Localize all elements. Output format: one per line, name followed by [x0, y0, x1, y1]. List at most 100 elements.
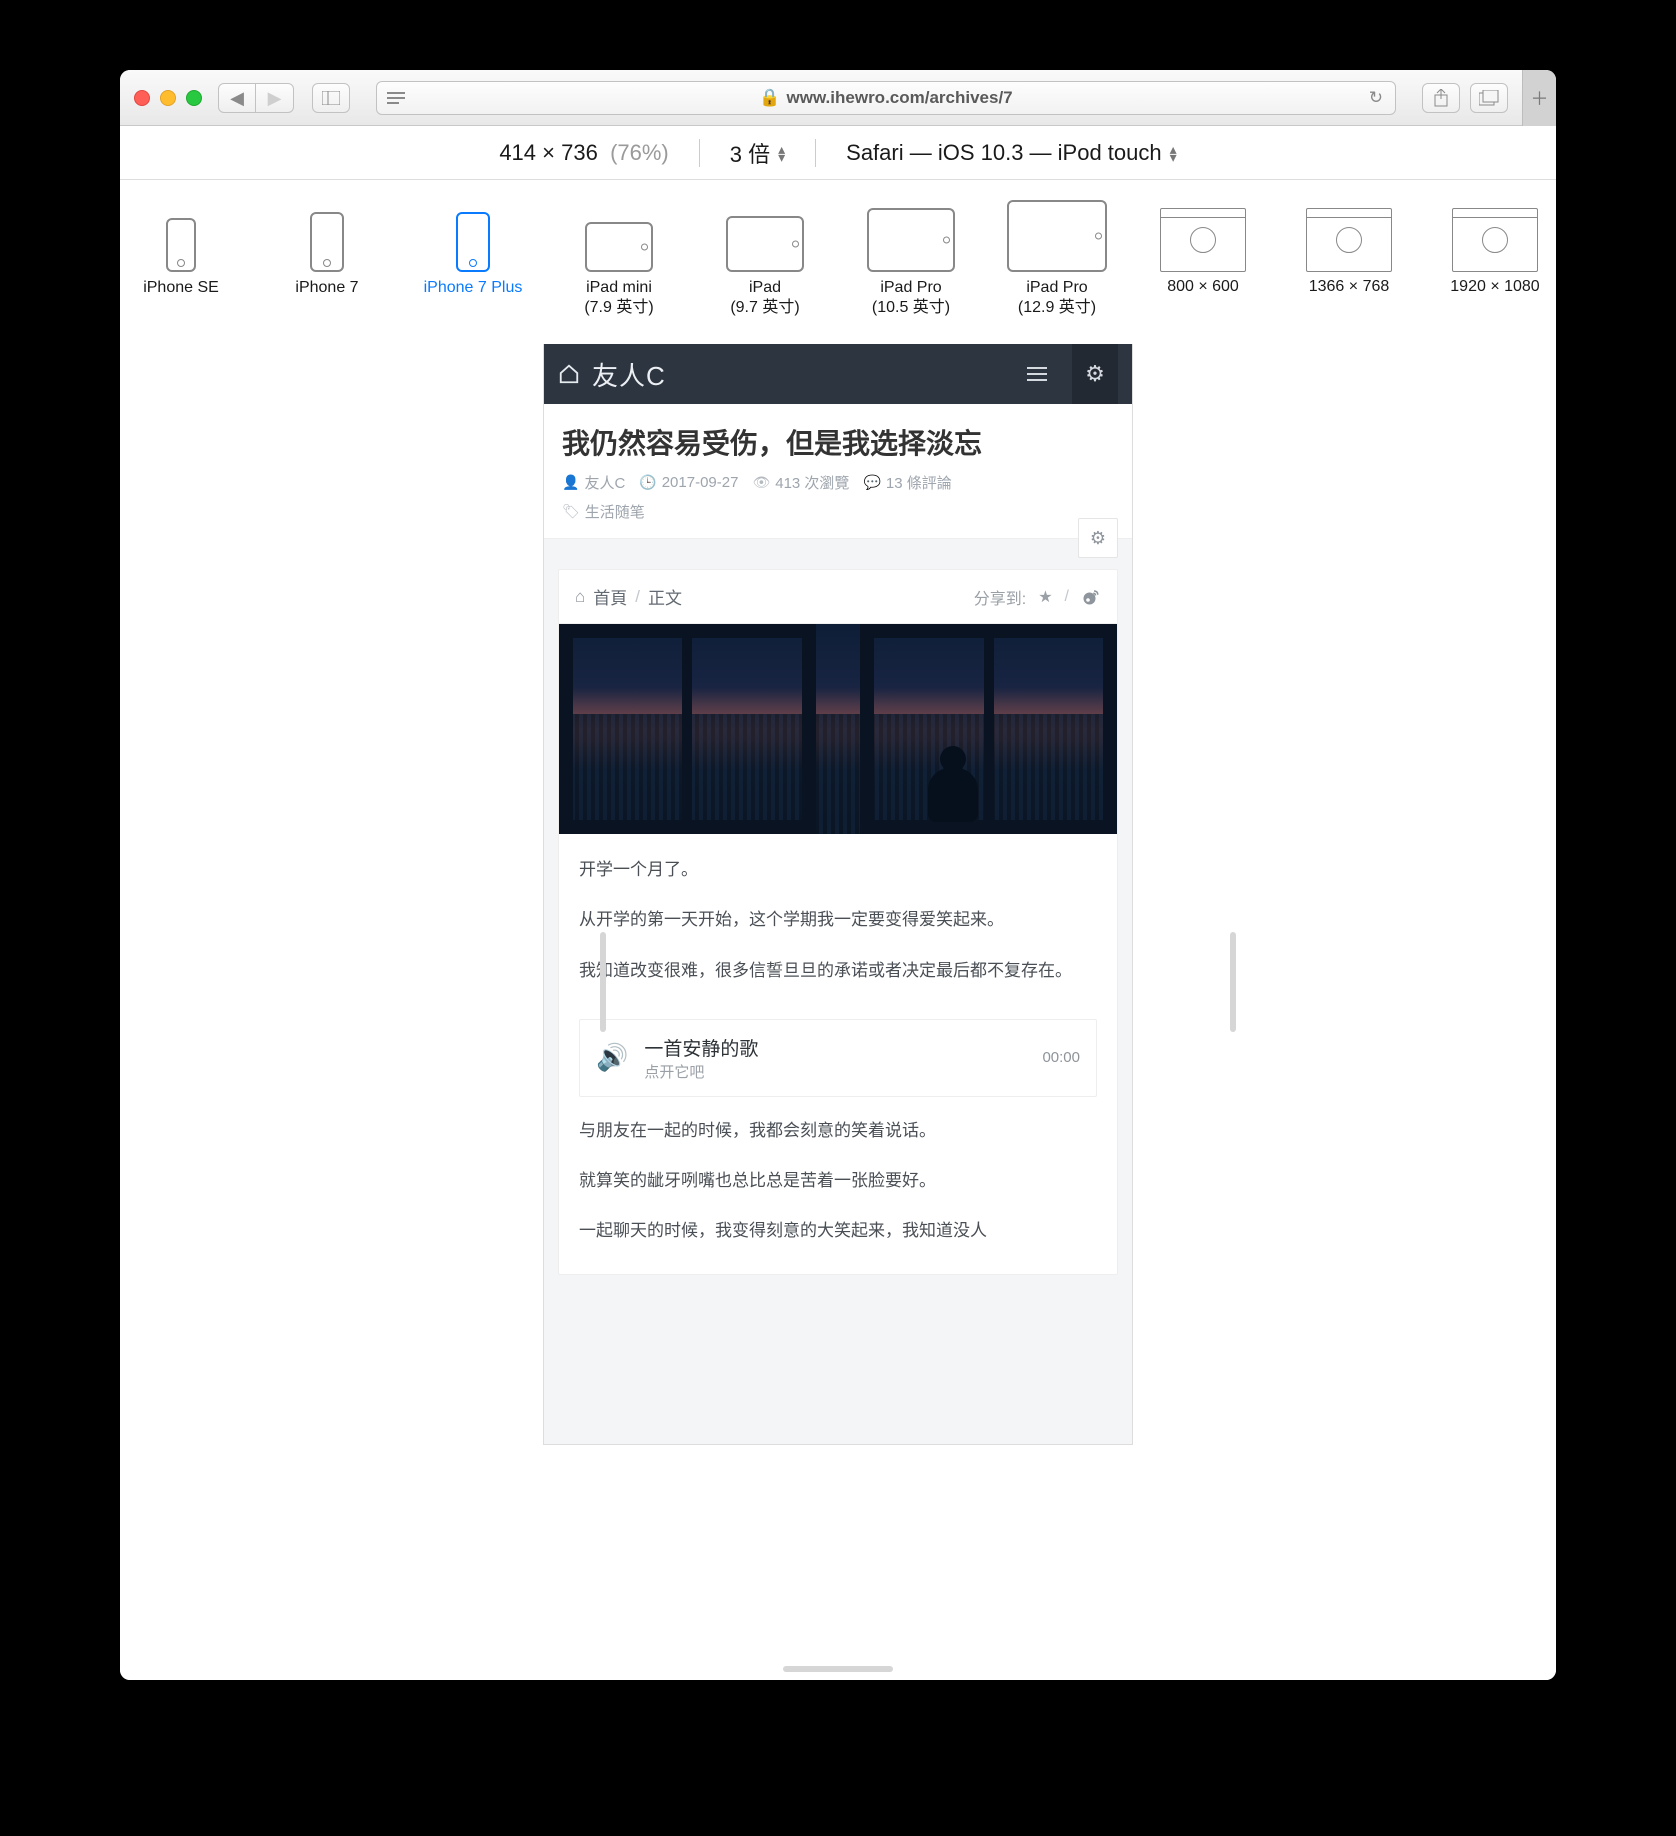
- lock-icon: 🔒: [759, 88, 780, 108]
- monitor-icon: [1160, 208, 1246, 272]
- share-weibo-button[interactable]: [1081, 588, 1101, 606]
- post-header: 我仍然容易受伤，但是我选择淡忘 👤 友人C 🕒 2017-09-27 👁 413 次瀏…: [544, 404, 1132, 539]
- reload-button[interactable]: ↻: [1369, 88, 1383, 108]
- device-presets: iPhone SE iPhone 7 iPhone 7 Plus iPad mi…: [120, 180, 1556, 344]
- sidebar-toggle-button[interactable]: [312, 83, 350, 113]
- home-icon: ⌂: [575, 587, 585, 607]
- eye-icon: 👁: [752, 474, 770, 491]
- resize-handle-left[interactable]: [600, 932, 606, 1032]
- traffic-lights: [134, 90, 202, 106]
- paragraph: 我知道改变很难，很多信誓旦旦的承诺或者决定最后都不复存在。: [579, 955, 1097, 987]
- breadcrumb-separator: /: [635, 587, 640, 607]
- device-iphone-7-plus[interactable]: iPhone 7 Plus: [418, 202, 528, 318]
- close-window-button[interactable]: [134, 90, 150, 106]
- hero-image: [559, 624, 1117, 834]
- separator: [815, 139, 816, 167]
- stepper-icon: ▴▾: [778, 145, 785, 161]
- share-bar: 分享到: ★ /: [974, 585, 1101, 609]
- clock-icon: 🕒: [639, 474, 656, 491]
- address-bar[interactable]: 🔒 www.ihewro.com/archives/7 ↻: [376, 81, 1396, 115]
- safari-icon: [1482, 227, 1508, 253]
- show-tabs-button[interactable]: [1470, 83, 1508, 113]
- post-views: 413 次瀏覽: [775, 472, 849, 493]
- share-button[interactable]: [1422, 83, 1460, 113]
- post-title: 我仍然容易受伤，但是我选择淡忘: [562, 422, 1114, 462]
- device-1366x768[interactable]: 1366 × 768: [1294, 202, 1404, 318]
- breadcrumb-bar: ⌂ 首頁 / 正文 分享到: ★ /: [559, 570, 1117, 624]
- device-1920x1080[interactable]: 1920 × 1080: [1440, 202, 1550, 318]
- viewport-dimensions[interactable]: 414 × 736 (76%): [499, 140, 668, 166]
- safari-window: ◀ ▶ 🔒 www.ihewro.com/archives/7 ↻ ＋ 4: [120, 70, 1556, 1680]
- resize-handle-right[interactable]: [1230, 932, 1236, 1032]
- track-subtitle: 点开它吧: [644, 1061, 758, 1082]
- back-button[interactable]: ◀: [218, 83, 256, 113]
- monitor-icon: [1306, 208, 1392, 272]
- post-content: 开学一个月了。 从开学的第一天开始，这个学期我一定要变得爱笑起来。 我知道改变很…: [559, 834, 1117, 1013]
- paragraph: 开学一个月了。: [579, 854, 1097, 886]
- post-content: 与朋友在一起的时候，我都会刻意的笑着说话。 就算笑的龇牙咧嘴也总比总是苦着一张脸…: [559, 1115, 1117, 1274]
- phone-icon: [166, 218, 196, 272]
- gear-icon: ⚙: [1085, 361, 1105, 387]
- tablet-icon: [1007, 200, 1107, 272]
- simulated-page: 友人C ⚙ 我仍然容易受伤，但是我选择淡忘 👤 友人C 🕒 2017-09-27 👁…: [544, 344, 1132, 1444]
- paragraph: 从开学的第一天开始，这个学期我一定要变得爱笑起来。: [579, 904, 1097, 936]
- device-ipad-mini[interactable]: iPad mini(7.9 英寸): [564, 202, 674, 318]
- nav-back-forward: ◀ ▶: [218, 83, 294, 113]
- responsive-design-toolbar: 414 × 736 (76%) 3 倍 ▴▾ Safari — iOS 10.3…: [120, 126, 1556, 180]
- device-ipad-pro-12[interactable]: iPad Pro(12.9 英寸): [1002, 202, 1112, 318]
- simulated-viewport-area: 友人C ⚙ 我仍然容易受伤，但是我选择淡忘 👤 友人C 🕒 2017-09-27 👁…: [120, 344, 1556, 1680]
- separator: [699, 139, 700, 167]
- user-icon: 👤: [562, 474, 579, 491]
- track-time: 00:00: [1042, 1049, 1080, 1066]
- minimize-window-button[interactable]: [160, 90, 176, 106]
- sound-icon: 🔊: [596, 1042, 628, 1073]
- tablet-icon: [867, 208, 955, 272]
- menu-button[interactable]: [1014, 344, 1060, 404]
- address-text: www.ihewro.com/archives/7: [787, 88, 1013, 108]
- audio-player[interactable]: 🔊 一首安静的歌 点开它吧 00:00: [579, 1019, 1097, 1097]
- post-tag[interactable]: 生活随笔: [585, 501, 645, 522]
- comments-icon: 💬: [863, 474, 880, 491]
- post-meta: 👤 友人C 🕒 2017-09-27 👁 413 次瀏覽 💬 13 條評論: [562, 472, 1114, 493]
- safari-icon: [1336, 227, 1362, 253]
- track-title: 一首安静的歌: [644, 1034, 758, 1061]
- monitor-icon: [1452, 208, 1538, 272]
- site-brand[interactable]: 友人C: [592, 356, 666, 393]
- device-iphone-se[interactable]: iPhone SE: [126, 202, 236, 318]
- breadcrumb-home[interactable]: 首頁: [593, 584, 627, 609]
- tablet-icon: [726, 216, 804, 272]
- window-titlebar: ◀ ▶ 🔒 www.ihewro.com/archives/7 ↻ ＋: [120, 70, 1556, 126]
- paragraph: 一起聊天的时候，我变得刻意的大笑起来，我知道没人: [579, 1215, 1097, 1247]
- user-agent-selector[interactable]: Safari — iOS 10.3 — iPod touch ▴▾: [846, 140, 1177, 166]
- home-icon[interactable]: [558, 363, 580, 385]
- pixel-ratio-selector[interactable]: 3 倍 ▴▾: [730, 137, 785, 169]
- share-label: 分享到:: [974, 585, 1026, 609]
- resize-handle-bottom[interactable]: [783, 1666, 893, 1672]
- phone-icon: [310, 212, 344, 272]
- hamburger-icon: [1027, 367, 1047, 381]
- tag-icon: 🏷: [562, 503, 580, 520]
- site-header: 友人C ⚙: [544, 344, 1132, 404]
- tablet-icon: [585, 222, 653, 272]
- post-comments[interactable]: 13 條評論: [886, 472, 952, 493]
- device-iphone-7[interactable]: iPhone 7: [272, 202, 382, 318]
- post-date: 2017-09-27: [662, 474, 739, 491]
- device-ipad[interactable]: iPad(9.7 英寸): [710, 202, 820, 318]
- gear-icon: ⚙: [1090, 528, 1106, 549]
- zoom-window-button[interactable]: [186, 90, 202, 106]
- device-ipad-pro-10[interactable]: iPad Pro(10.5 英寸): [856, 202, 966, 318]
- content-card: ⌂ 首頁 / 正文 分享到: ★ /: [558, 569, 1118, 1275]
- reader-mode-icon[interactable]: [387, 91, 405, 105]
- silhouette-icon: [923, 746, 983, 826]
- safari-icon: [1190, 227, 1216, 253]
- paragraph: 就算笑的龇牙咧嘴也总比总是苦着一张脸要好。: [579, 1165, 1097, 1197]
- paragraph: 与朋友在一起的时候，我都会刻意的笑着说话。: [579, 1115, 1097, 1147]
- post-author[interactable]: 友人C: [584, 472, 625, 493]
- settings-button[interactable]: ⚙: [1072, 344, 1118, 404]
- share-star-button[interactable]: ★: [1038, 587, 1052, 607]
- stepper-icon: ▴▾: [1170, 145, 1177, 161]
- forward-button[interactable]: ▶: [256, 83, 294, 113]
- new-tab-button[interactable]: ＋: [1522, 70, 1556, 126]
- device-800x600[interactable]: 800 × 600: [1148, 202, 1258, 318]
- post-options-button[interactable]: ⚙: [1078, 518, 1118, 558]
